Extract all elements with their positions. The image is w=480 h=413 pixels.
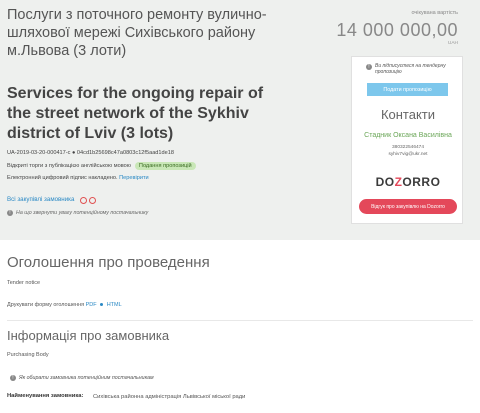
announcement-heading: Оголошення про проведення (7, 254, 210, 271)
attention-note-row[interactable]: ! На що звернути увагу потенційному пост… (7, 210, 148, 216)
customer-name-label: Найменування замовника: (7, 393, 84, 399)
expected-value-amount: 14 000 000,00 (336, 20, 458, 40)
print-form-row: Друкувати форму оголошення PDF HTML (7, 302, 122, 308)
contact-name: Стадник Оксана Василівна (364, 132, 452, 139)
contact-phone: 380322546474 (391, 145, 424, 150)
verify-signature-link[interactable]: Перевірити (119, 175, 149, 181)
dozorro-logo: DOZORRO (375, 175, 441, 189)
procedure-type: Відкриті торги з публікацією англійською… (7, 163, 131, 169)
attention-note: На що звернути увагу потенційному постач… (16, 210, 149, 216)
separator-dot (100, 303, 104, 307)
potential-supplier-note: Як обирати замовника потенційним постача… (19, 375, 154, 381)
print-form-label: Друкувати форму оголошення (7, 302, 85, 308)
section-divider (7, 320, 473, 321)
contacts-title: Контакти (380, 107, 436, 122)
tender-id: UA-2019-03-20-000417-c ● 04cd1b25698c47a… (7, 150, 174, 156)
print-html-link[interactable]: HTML (107, 302, 122, 308)
submit-proposal-button[interactable]: Подати пропозицію (367, 83, 448, 96)
tender-title-ua: Послуги з поточного ремонту вулично-шлях… (7, 7, 267, 59)
dozorro-review-button[interactable]: Відгук про закупівлю на Dozorro (359, 199, 457, 214)
announcement-heading-en: Tender notice (7, 280, 41, 286)
customer-name-value: Сихівська районна адміністрація Львівськ… (93, 394, 246, 400)
binoculars-icon[interactable] (80, 195, 98, 204)
tender-header: Послуги з поточного ремонту вулично-шлях… (0, 0, 480, 240)
all-purchases-row: Всі закупівлі замовника (7, 195, 98, 204)
potential-supplier-row[interactable]: ! Як обирати замовника потенційним поста… (10, 375, 154, 381)
status-badge: Подання пропозицій (134, 162, 196, 170)
expected-value-label: очікувана вартість (411, 10, 458, 16)
procedure-type-row: Відкриті торги з публікацією англійською… (7, 162, 196, 170)
signature-row: Електронний цифровий підпис накладено. П… (7, 175, 149, 181)
expected-value-currency: UAH (447, 41, 458, 46)
contact-card: ! Ви підписуєтеся на тендерну пропозицію… (351, 56, 463, 224)
print-pdf-link[interactable]: PDF (86, 302, 97, 308)
info-icon: ! (10, 375, 16, 381)
customer-heading: Інформація про замовника (7, 328, 170, 343)
subscribe-note-row: ! Ви підписуєтеся на тендерну пропозицію (366, 63, 452, 75)
signature-text: Електронний цифровий підпис накладено. (7, 175, 118, 181)
info-icon: ! (366, 64, 372, 70)
subscribe-note: Ви підписуєтеся на тендерну пропозицію (375, 63, 446, 75)
contact-email[interactable]: syhiv7vig@ukr.net (352, 152, 464, 157)
tender-title-en: Services for the ongoing repair of the s… (7, 85, 264, 142)
customer-heading-en: Purchasing Body (7, 352, 49, 358)
info-icon: ! (7, 210, 13, 216)
all-purchases-link[interactable]: Всі закупівлі замовника (7, 196, 74, 203)
